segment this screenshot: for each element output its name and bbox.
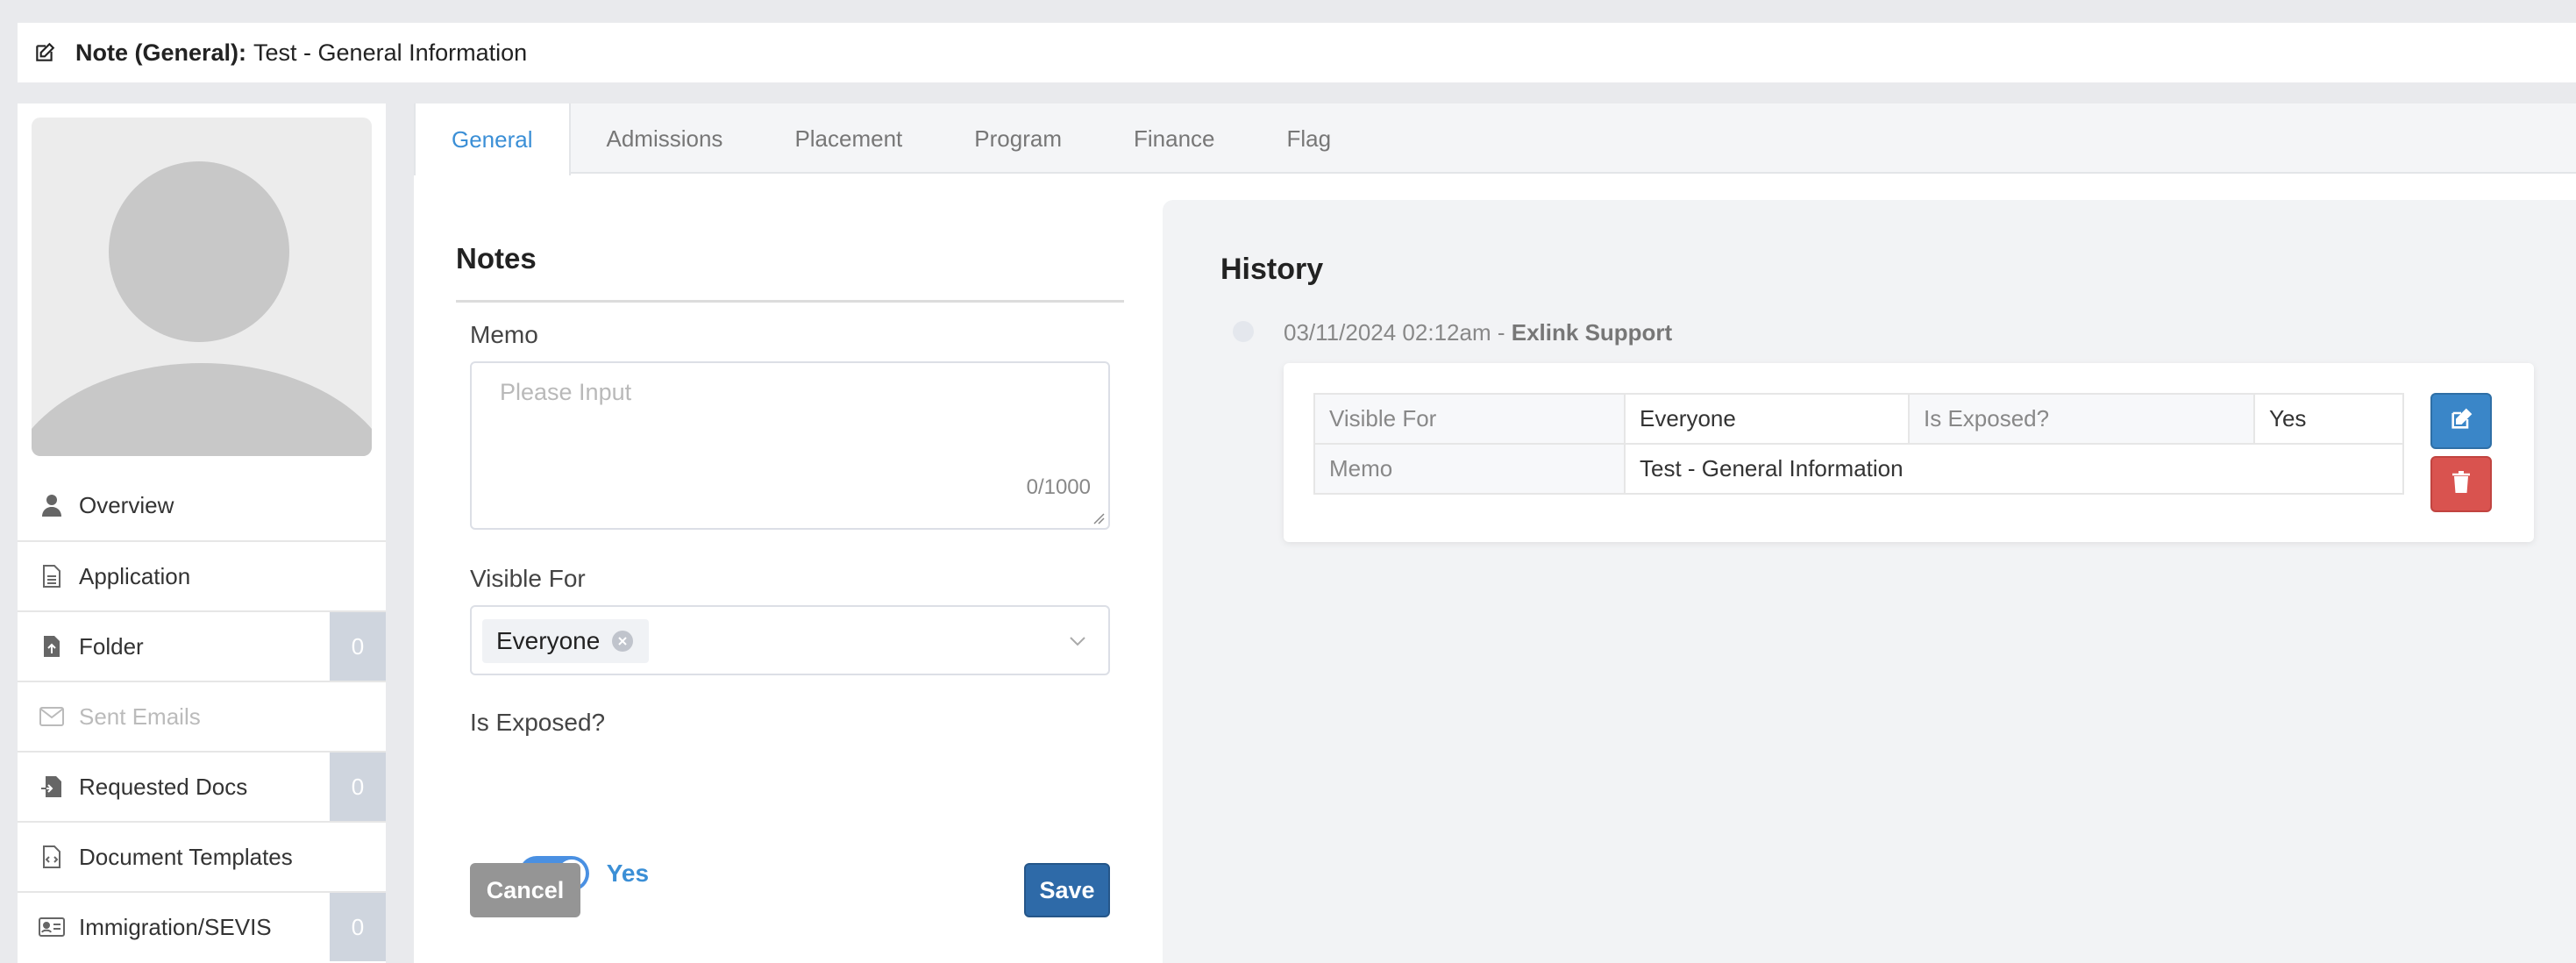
envelope-icon xyxy=(39,703,65,730)
sidebar-item-label: Immigration/SEVIS xyxy=(79,913,272,940)
sidebar-item-folder[interactable]: Folder 0 xyxy=(18,610,386,681)
history-entry-meta: 03/11/2024 02:12am - Exlink Support xyxy=(1284,319,1672,346)
sidebar-item-immigration-sevis[interactable]: Immigration/SEVIS 0 xyxy=(18,891,386,961)
sidebar-item-document-templates[interactable]: Document Templates xyxy=(18,821,386,891)
notes-title: Notes xyxy=(456,242,537,275)
tab-finance[interactable]: Finance xyxy=(1098,103,1251,174)
tab-bar: General Admissions Placement Program Fin… xyxy=(414,103,2576,175)
sidebar-item-application[interactable]: Application xyxy=(18,540,386,610)
sidebar-item-label: Sent Emails xyxy=(79,703,201,730)
delete-note-button[interactable] xyxy=(2430,456,2492,512)
selected-tag: Everyone xyxy=(482,619,650,663)
sidebar-item-label: Requested Docs xyxy=(79,773,248,800)
tab-admissions[interactable]: Admissions xyxy=(571,103,759,174)
tag-remove-icon[interactable] xyxy=(612,631,634,652)
edit-note-button[interactable] xyxy=(2430,393,2492,449)
history-author: Exlink Support xyxy=(1511,319,1673,346)
edit-icon xyxy=(33,39,60,66)
history-detail-table: Visible For Everyone Is Exposed? Yes Mem… xyxy=(1313,393,2404,495)
file-code-icon xyxy=(39,844,65,870)
tab-placement[interactable]: Placement xyxy=(758,103,938,174)
save-button[interactable]: Save xyxy=(1024,863,1110,917)
page-header: Note (General): Test - General Informati… xyxy=(18,23,2576,82)
page-title-prefix: Note (General): xyxy=(75,39,247,66)
memo-label: Memo xyxy=(470,321,538,348)
memo-key: Memo xyxy=(1313,443,1626,495)
visible-for-label: Visible For xyxy=(470,565,586,592)
document-icon xyxy=(39,563,65,589)
sidebar-item-label: Folder xyxy=(79,632,144,660)
trash-icon xyxy=(2451,470,2471,499)
file-import-icon xyxy=(39,774,65,800)
history-timestamp: 03/11/2024 02:12am xyxy=(1284,319,1491,346)
table-row: Visible For Everyone Is Exposed? Yes xyxy=(1313,393,2404,445)
sidebar-item-label: Application xyxy=(79,562,191,589)
immigration-count-badge: 0 xyxy=(330,893,386,961)
cancel-button[interactable]: Cancel xyxy=(470,863,580,917)
memo-char-count: 0/1000 xyxy=(1026,475,1091,499)
user-icon xyxy=(39,492,65,518)
requested-docs-count-badge: 0 xyxy=(330,753,386,821)
history-panel: History 03/11/2024 02:12am - Exlink Supp… xyxy=(1163,200,2576,963)
switch-on-label[interactable]: Yes xyxy=(607,860,649,888)
table-row: Memo Test - General Information xyxy=(1313,443,2404,495)
sidebar: Overview Application Folder 0 Sent Email… xyxy=(18,103,386,963)
tab-general[interactable]: General xyxy=(414,103,571,175)
history-entry-card: Visible For Everyone Is Exposed? Yes Mem… xyxy=(1284,363,2534,542)
sidebar-item-requested-docs[interactable]: Requested Docs 0 xyxy=(18,751,386,821)
main-panel: General Admissions Placement Program Fin… xyxy=(414,103,2576,963)
edit-icon xyxy=(2449,407,2473,436)
avatar xyxy=(32,118,372,456)
visible-for-key: Visible For xyxy=(1313,393,1626,445)
sidebar-item-overview[interactable]: Overview xyxy=(18,470,386,540)
folder-count-badge: 0 xyxy=(330,612,386,681)
file-upload-icon xyxy=(39,633,65,660)
sidebar-item-label: Overview xyxy=(79,491,174,518)
history-title: History xyxy=(1220,253,1324,286)
tab-program[interactable]: Program xyxy=(938,103,1098,174)
resize-handle-icon[interactable] xyxy=(1092,512,1105,524)
timeline-dot xyxy=(1233,321,1254,342)
chevron-down-icon xyxy=(1066,630,1089,657)
is-exposed-label: Is Exposed? xyxy=(470,709,606,736)
divider xyxy=(456,300,1124,303)
visible-for-select[interactable]: Everyone xyxy=(470,605,1110,675)
memo-value: Test - General Information xyxy=(1624,443,2404,495)
page-title: Test - General Information xyxy=(253,39,528,66)
sidebar-item-label: Document Templates xyxy=(79,843,293,870)
visible-for-value: Everyone xyxy=(1624,393,1910,445)
memo-placeholder: Please Input xyxy=(500,379,632,405)
id-card-icon xyxy=(39,914,65,940)
history-separator: - xyxy=(1497,319,1505,346)
selected-tag-label: Everyone xyxy=(496,627,601,654)
sidebar-menu: Overview Application Folder 0 Sent Email… xyxy=(18,470,386,961)
sidebar-item-sent-emails[interactable]: Sent Emails xyxy=(18,681,386,751)
is-exposed-key: Is Exposed? xyxy=(1908,393,2255,445)
memo-textarea[interactable]: Please Input 0/1000 xyxy=(470,361,1110,530)
tab-flag[interactable]: Flag xyxy=(1250,103,1367,174)
is-exposed-value: Yes xyxy=(2253,393,2404,445)
